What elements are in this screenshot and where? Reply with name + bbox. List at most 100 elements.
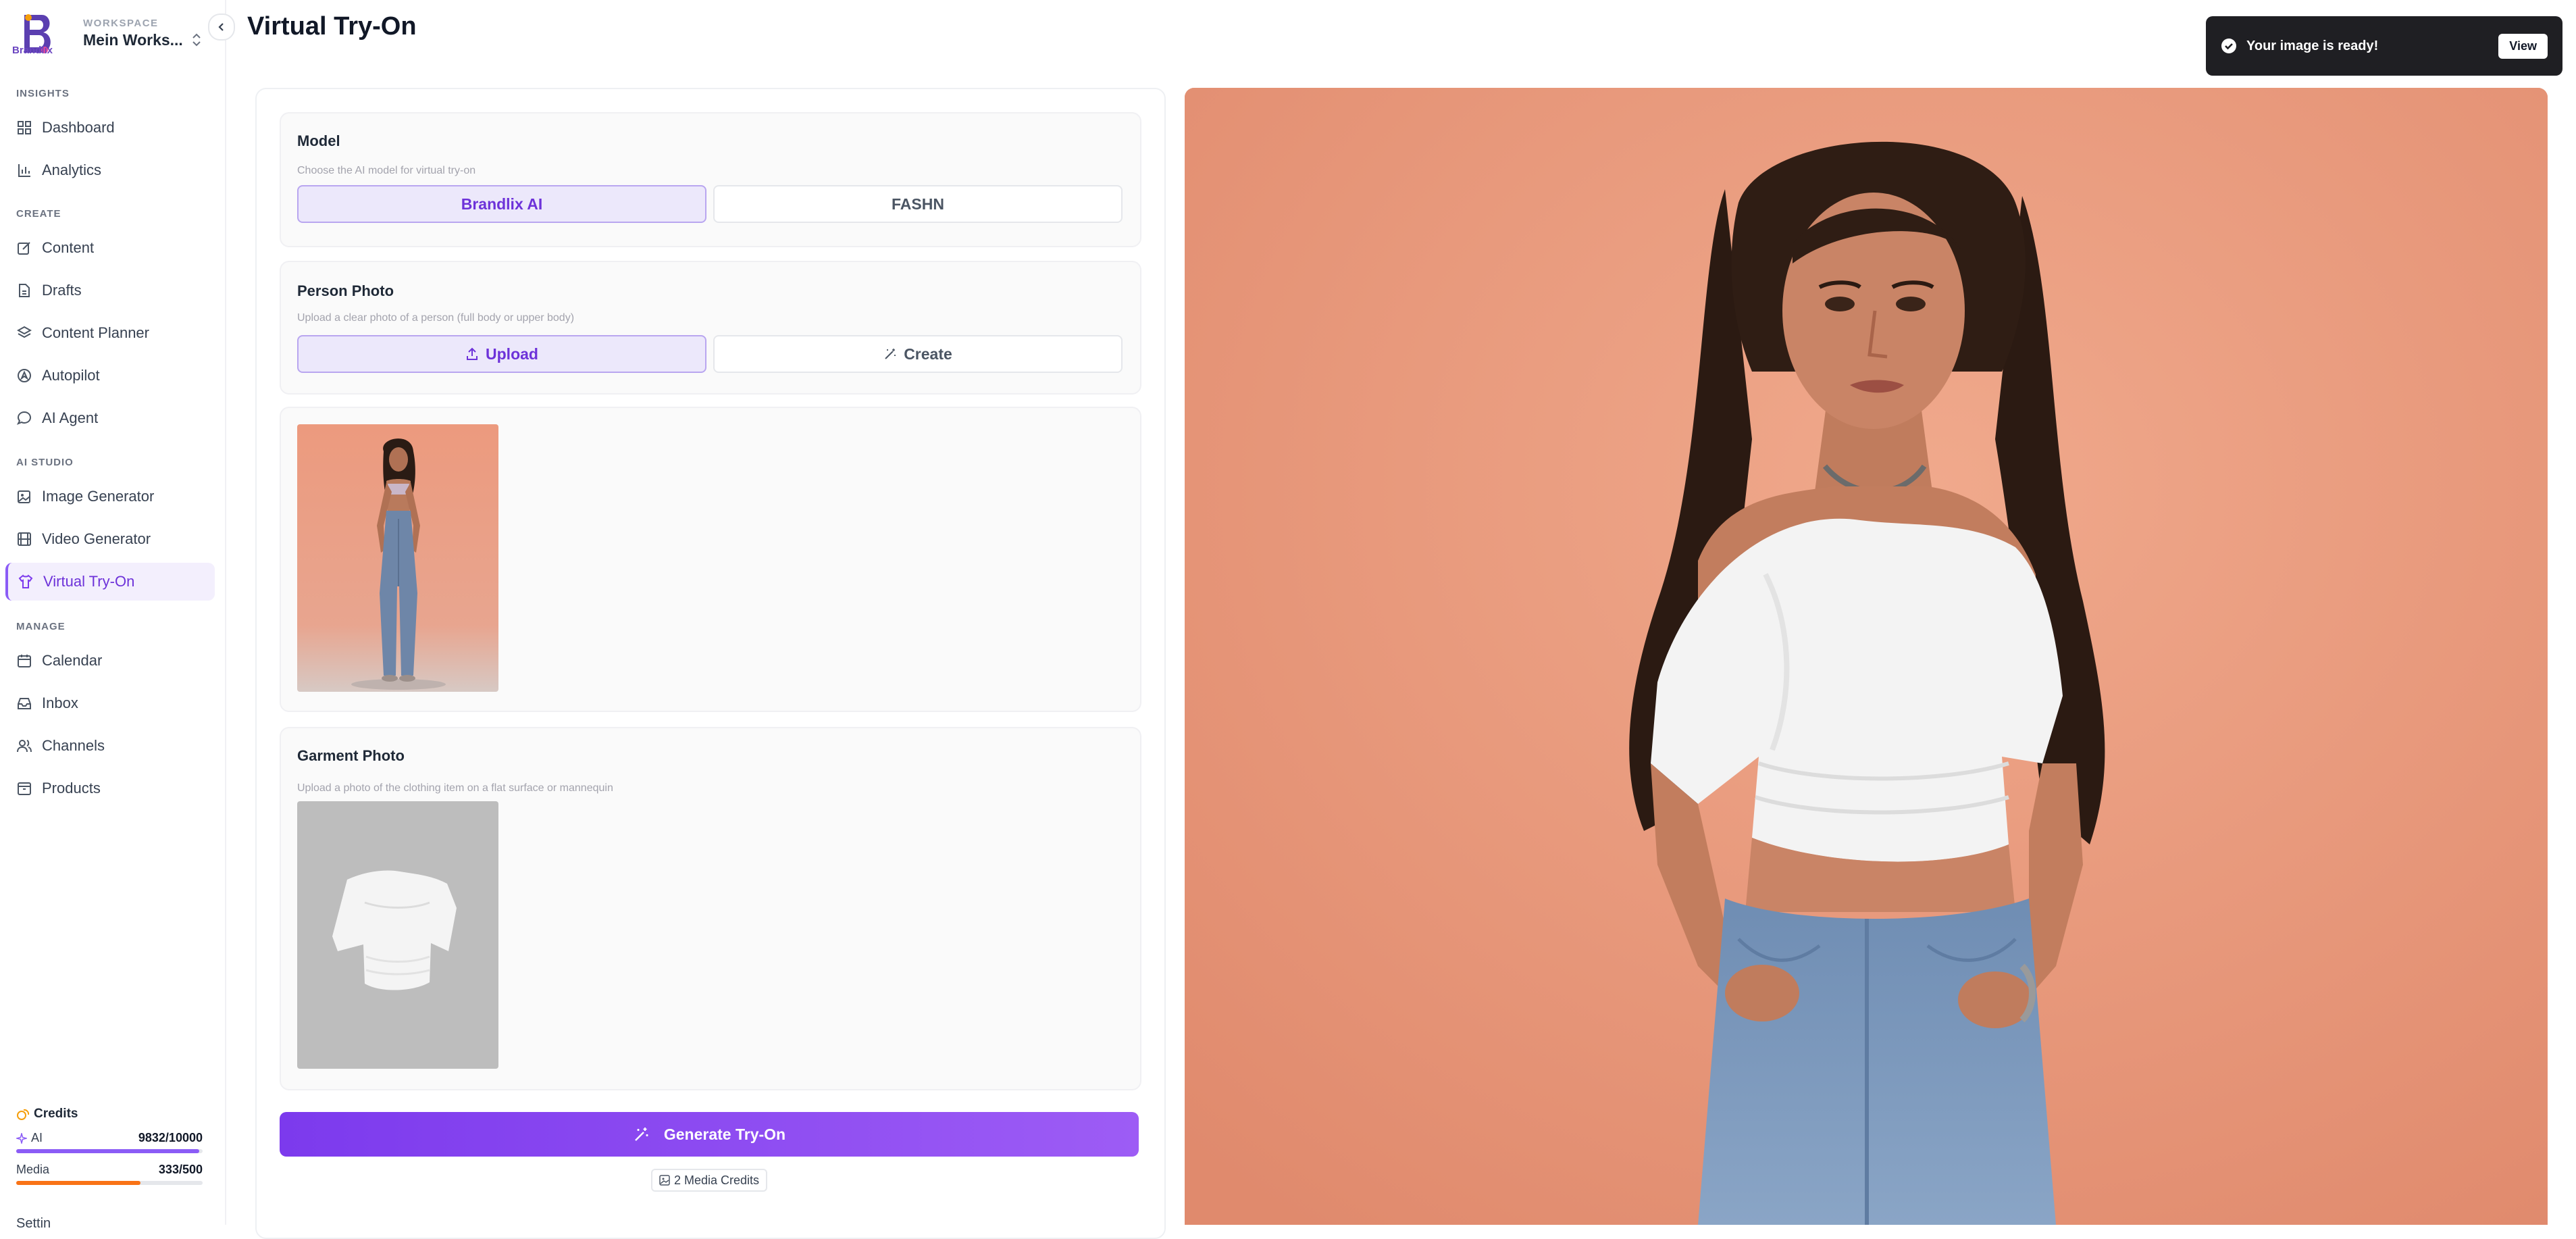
model-card: Model Choose the AI model for virtual tr… — [280, 112, 1141, 247]
sidebar-item-label: Inbox — [42, 694, 78, 711]
sidebar-item-drafts[interactable]: Drafts — [7, 272, 213, 309]
bar-chart-icon — [16, 162, 32, 178]
credit-media-bar — [16, 1181, 203, 1185]
garment-card-title: Garment Photo — [297, 747, 405, 764]
sidebar-item-label: Video Generator — [42, 530, 151, 547]
image-icon — [659, 1175, 670, 1186]
film-icon — [16, 531, 32, 547]
dashboard-icon — [16, 120, 32, 136]
sidebar-item-label: Dashboard — [42, 119, 115, 136]
sidebar-item-content[interactable]: Content — [7, 229, 213, 267]
person-preview-card — [280, 407, 1141, 712]
file-icon — [16, 282, 32, 299]
credit-ai-label: AI — [31, 1131, 43, 1144]
sidebar: Brandlix WORKSPACE Mein Works... INSIGHT… — [0, 0, 235, 1231]
sparkles-icon — [16, 1132, 27, 1144]
sidebar-item-ai-agent[interactable]: AI Agent — [7, 399, 213, 437]
credit-ai-bar — [16, 1149, 203, 1153]
sidebar-item-analytics[interactable]: Analytics — [7, 151, 213, 189]
credit-row-ai: AI 9832/10000 — [16, 1131, 203, 1145]
credits-title: Credits — [16, 1107, 203, 1121]
image-plus-icon — [16, 488, 32, 505]
person-photo-card: Person Photo Upload a clear photo of a p… — [280, 261, 1141, 395]
workspace-name[interactable]: Mein Works... — [83, 31, 183, 49]
wand-sparkles-icon — [633, 1126, 650, 1143]
garment-photo-card: Garment Photo Upload a photo of the clot… — [280, 727, 1141, 1090]
model-card-title: Model — [297, 132, 340, 149]
toast-view-button[interactable]: View — [2498, 33, 2548, 59]
page-title: Virtual Try-On — [247, 12, 417, 41]
sidebar-item-products[interactable]: Products — [7, 769, 213, 807]
sidebar-item-label: Virtual Try-On — [43, 573, 135, 590]
workspace-label: WORKSPACE — [83, 18, 159, 29]
try-on-result-image[interactable] — [1185, 88, 2548, 1225]
toast-message: Your image is ready! — [2246, 38, 2379, 53]
calendar-icon — [16, 653, 32, 669]
person-card-title: Person Photo — [297, 282, 394, 299]
package-icon — [16, 780, 32, 796]
credit-ai-value: 9832/10000 — [138, 1131, 203, 1144]
credit-media-bar-fill — [16, 1181, 140, 1185]
toast-notification: Your image is ready! View — [2206, 16, 2562, 76]
media-credits-badge: 2 Media Credits — [651, 1169, 768, 1192]
sidebar-item-settings[interactable]: Settin — [16, 1216, 51, 1232]
sidebar-item-label: Channels — [42, 737, 105, 754]
sidebar-item-virtual-try-on[interactable]: Virtual Try-On — [5, 563, 215, 601]
garment-photo-thumbnail[interactable] — [297, 801, 498, 1069]
person-photo-thumbnail[interactable] — [297, 424, 498, 692]
model-card-subtitle: Choose the AI model for virtual try-on — [297, 165, 476, 176]
sidebar-item-label: Content Planner — [42, 324, 149, 341]
section-insights: INSIGHTS — [16, 88, 70, 99]
chevron-left-icon — [218, 23, 224, 31]
person-create-label: Create — [904, 345, 952, 363]
model-option-fashn[interactable]: FASHN — [713, 185, 1123, 223]
shirt-icon — [18, 574, 34, 590]
person-create-tab[interactable]: Create — [713, 335, 1123, 373]
section-manage: MANAGE — [16, 621, 66, 632]
sidebar-item-autopilot[interactable]: Autopilot — [7, 357, 213, 395]
generate-label: Generate Try-On — [663, 1125, 786, 1143]
inbox-icon — [16, 695, 32, 711]
garment-photo-image — [297, 801, 498, 1069]
credit-row-media: Media 333/500 — [16, 1163, 203, 1177]
credit-ai-label-wrap: AI — [16, 1131, 43, 1145]
sidebar-item-label: Drafts — [42, 282, 82, 299]
chevrons-up-down-icon[interactable] — [190, 31, 203, 49]
sidebar-item-label: Autopilot — [42, 367, 100, 384]
wand-icon — [883, 347, 897, 361]
sidebar-item-label: Content — [42, 239, 95, 256]
result-photo — [1185, 88, 2548, 1225]
collapse-sidebar-button[interactable] — [208, 14, 235, 41]
sidebar-item-label: Products — [42, 780, 101, 796]
model-option-brandlix-ai[interactable]: Brandlix AI — [297, 185, 706, 223]
upload-icon — [465, 347, 479, 361]
coins-icon — [17, 1109, 30, 1120]
media-credits-label: 2 Media Credits — [674, 1173, 760, 1187]
generate-try-on-button[interactable]: Generate Try-On — [280, 1112, 1139, 1157]
sidebar-item-inbox[interactable]: Inbox — [7, 684, 213, 722]
section-create: CREATE — [16, 208, 61, 220]
person-card-subtitle: Upload a clear photo of a person (full b… — [297, 312, 575, 324]
sidebar-item-dashboard[interactable]: Dashboard — [7, 109, 213, 147]
sidebar-item-label: Calendar — [42, 652, 103, 669]
credit-ai-bar-fill — [16, 1149, 200, 1153]
credit-media-value: 333/500 — [158, 1163, 203, 1176]
sidebar-item-channels[interactable]: Channels — [7, 727, 213, 765]
check-circle-icon — [2221, 38, 2237, 54]
sidebar-item-calendar[interactable]: Calendar — [7, 642, 213, 680]
person-upload-tab[interactable]: Upload — [297, 335, 706, 373]
sidebar-item-label: Analytics — [42, 161, 102, 178]
sidebar-item-label: Image Generator — [42, 488, 155, 505]
section-ai-studio: AI STUDIO — [16, 457, 74, 468]
person-upload-label: Upload — [486, 345, 538, 363]
layers-icon — [16, 325, 32, 341]
users-icon — [16, 738, 32, 754]
navigation-icon — [16, 368, 32, 384]
credits-panel: Credits AI 9832/10000 Media 333/500 — [16, 1107, 203, 1185]
sidebar-item-video-generator[interactable]: Video Generator — [7, 520, 213, 558]
brand-wordmark: Brandlix — [12, 45, 53, 56]
garment-card-subtitle: Upload a photo of the clothing item on a… — [297, 782, 613, 794]
sidebar-item-content-planner[interactable]: Content Planner — [7, 314, 213, 352]
sidebar-item-image-generator[interactable]: Image Generator — [7, 478, 213, 515]
sidebar-item-label: AI Agent — [42, 409, 99, 426]
